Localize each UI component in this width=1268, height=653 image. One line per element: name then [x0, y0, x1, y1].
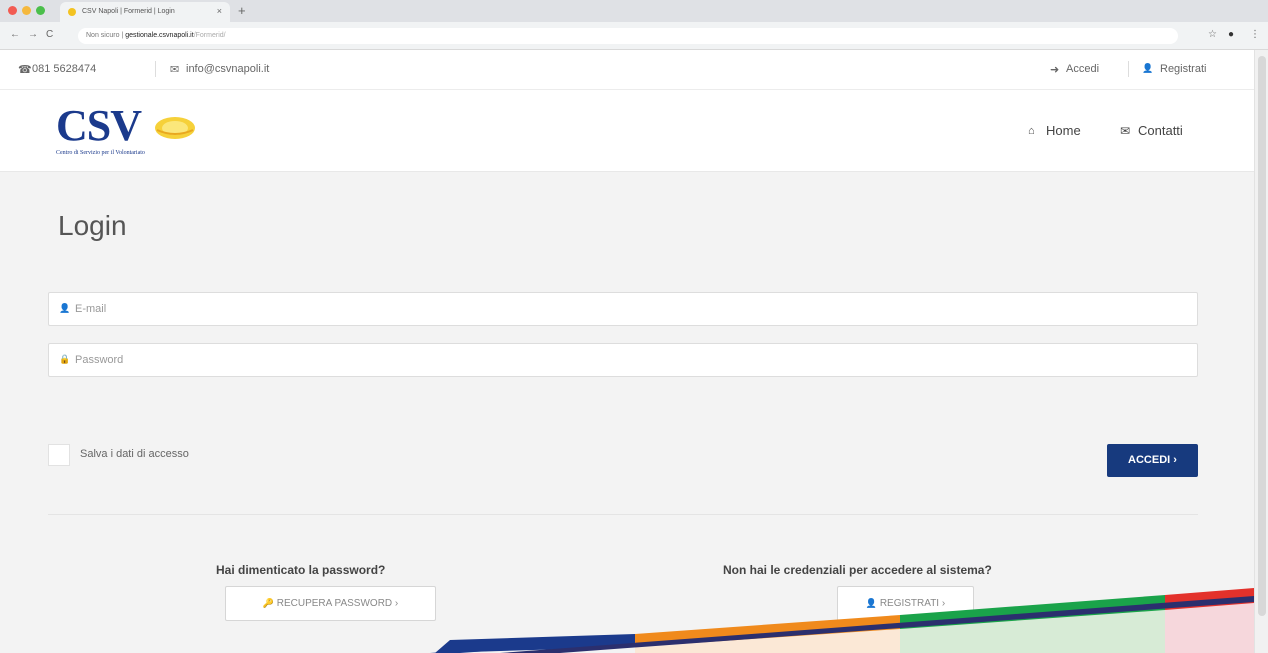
remember-label[interactable]: Salva i dati di accesso	[80, 448, 189, 460]
url-domain: gestionale.csvnapoli.it	[125, 32, 194, 39]
section-divider	[48, 514, 1198, 515]
forward-icon[interactable]: →	[28, 29, 38, 40]
security-label: Non sicuro	[86, 32, 120, 39]
home-icon: ⌂	[1028, 125, 1035, 137]
back-icon[interactable]: ←	[10, 29, 20, 40]
new-tab-icon[interactable]: +	[238, 3, 246, 18]
register-user-icon: 👤	[1142, 63, 1154, 73]
bookmark-star-icon[interactable]: ☆	[1208, 29, 1217, 40]
csv-logo[interactable]: CSV Centro di Servizio per il Volontaria…	[56, 102, 226, 162]
page-title: Login	[58, 210, 127, 241]
profile-icon[interactable]: ●	[1228, 29, 1234, 40]
scrollbar-thumb[interactable]	[1258, 56, 1266, 616]
logo-text: CSV	[56, 101, 142, 150]
topbar-login-link[interactable]: Accedi	[1066, 63, 1099, 75]
tab-favicon-icon	[68, 8, 76, 16]
nav-contatti[interactable]: Contatti	[1138, 123, 1183, 138]
phone-number[interactable]: 081 5628474	[32, 63, 96, 75]
logo-subtitle: Centro di Servizio per il Volontariato	[56, 150, 145, 156]
recover-password-label: RECUPERA PASSWORD ›	[276, 598, 399, 609]
topbar-register-link[interactable]: Registrati	[1160, 63, 1206, 75]
maximize-window-dot[interactable]	[36, 6, 45, 15]
minimize-window-dot[interactable]	[22, 6, 31, 15]
email-input[interactable]	[75, 293, 1185, 325]
no-credentials-question: Non hai le credenziali per accedere al s…	[723, 563, 992, 577]
logo-sun-icon	[155, 117, 195, 139]
email-icon: ✉	[170, 64, 180, 76]
page-viewport: ☎ 081 5628474 ✉ info@csvnapoli.it ➜ Acce…	[0, 50, 1254, 653]
password-field: 🔒	[48, 343, 1198, 377]
topbar-divider	[155, 61, 156, 77]
reload-icon[interactable]: C	[46, 29, 53, 40]
url-path: /Formerid/	[193, 32, 226, 39]
phone-icon: ☎	[18, 64, 32, 76]
close-window-dot[interactable]	[8, 6, 17, 15]
browser-menu-icon[interactable]: ⋮	[1250, 29, 1260, 40]
remember-checkbox[interactable]	[48, 444, 70, 466]
tab-title: CSV Napoli | Formerid | Login	[82, 8, 175, 15]
email-link[interactable]: info@csvnapoli.it	[186, 63, 269, 75]
login-section: Login 👤 🔒 Salva i dati di accesso ACCEDI…	[0, 172, 1254, 653]
email-field: 👤	[48, 292, 1198, 326]
forgot-password-question: Hai dimenticato la password?	[216, 563, 386, 577]
key-icon: 🔑	[262, 598, 274, 608]
register-button-label: REGISTRATI ›	[879, 598, 946, 609]
accedi-button[interactable]: ACCEDI ›	[1107, 444, 1198, 477]
recover-password-button[interactable]: 🔑 RECUPERA PASSWORD ›	[225, 586, 436, 621]
user-icon: 👤	[59, 303, 71, 313]
site-header: CSV Centro di Servizio per il Volontaria…	[0, 90, 1254, 172]
tab-close-icon[interactable]: ×	[217, 6, 222, 16]
topbar-divider	[1128, 61, 1129, 77]
password-input[interactable]	[75, 344, 1185, 376]
top-contact-bar: ☎ 081 5628474 ✉ info@csvnapoli.it ➜ Acce…	[0, 50, 1254, 90]
register-button[interactable]: 👤 REGISTRATI ›	[837, 586, 974, 621]
address-bar[interactable]: Non sicuro | gestionale.csvnapoli.it/For…	[78, 28, 1178, 44]
browser-tab-strip: CSV Napoli | Formerid | Login × +	[0, 0, 1268, 22]
login-icon: ➜	[1050, 64, 1060, 76]
lock-icon: 🔒	[59, 354, 71, 364]
nav-home[interactable]: Home	[1046, 123, 1081, 138]
envelope-icon: ✉	[1120, 124, 1131, 138]
register-button-user-icon: 👤	[865, 598, 878, 608]
browser-tab[interactable]: CSV Napoli | Formerid | Login ×	[60, 2, 230, 22]
browser-toolbar: ← → C Non sicuro | gestionale.csvnapoli.…	[0, 22, 1268, 50]
page-scrollbar[interactable]	[1254, 50, 1268, 653]
